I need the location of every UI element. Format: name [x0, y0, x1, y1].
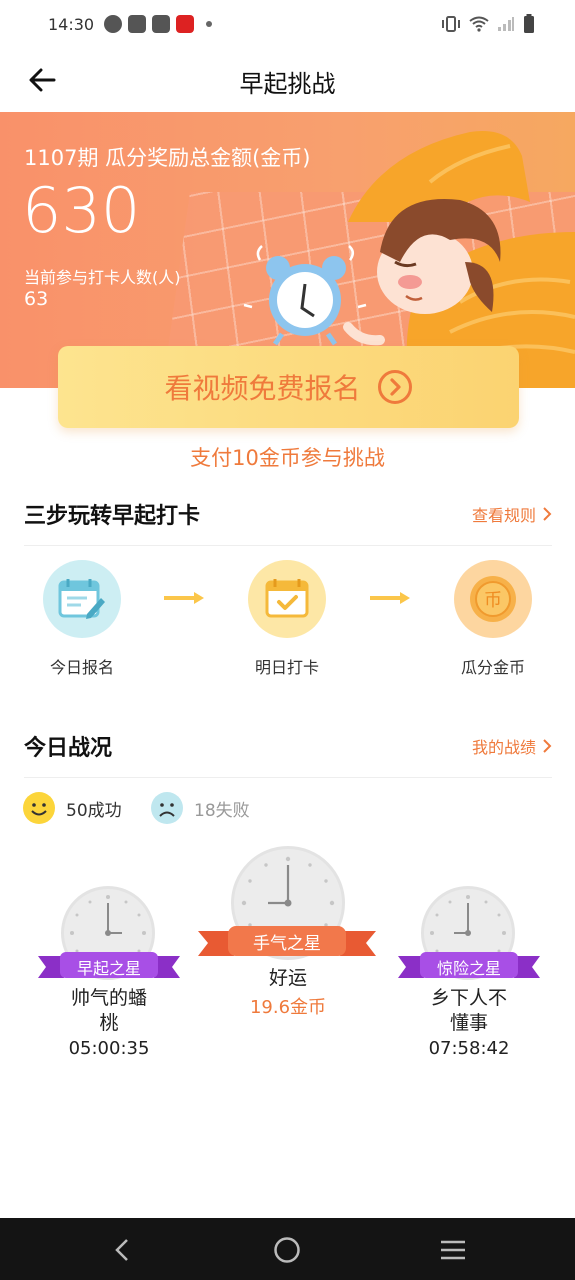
star-time: 07:58:42	[428, 1038, 510, 1059]
section-title: 三步玩转早起打卡	[24, 504, 201, 529]
battery-icon	[524, 14, 534, 33]
nav-home-button[interactable]	[265, 1230, 309, 1270]
check-circle-icon	[104, 15, 123, 33]
view-rules-label: 查看规则	[471, 506, 536, 525]
step-check-in: 明日打卡	[222, 560, 352, 678]
pay-coins-link[interactable]: 支付10金币参与挑战	[0, 442, 575, 472]
status-time: 14:30	[48, 14, 95, 34]
nav-back-button[interactable]	[100, 1230, 144, 1270]
bag-icon	[128, 15, 147, 33]
star-time: 05:00:35	[68, 1038, 150, 1059]
my-record-link[interactable]: 我的战绩	[472, 734, 552, 758]
circle-home-icon	[274, 1237, 300, 1263]
sad-face-icon	[151, 792, 183, 824]
arrow-right-icon	[164, 592, 204, 604]
early-star-badge: 早起之星	[38, 952, 180, 982]
chevron-right-icon	[543, 507, 552, 521]
nav-recents-button[interactable]	[431, 1230, 475, 1270]
participants-count: 63	[24, 288, 49, 310]
step-label: 明日打卡	[254, 658, 319, 677]
title-bar: 早起挑战	[0, 48, 575, 112]
menu-lines-icon	[441, 1240, 465, 1260]
success-count: 50成功	[66, 800, 122, 821]
divider	[24, 777, 552, 778]
system-nav-bar	[0, 1218, 575, 1280]
chevron-right-circle-icon	[377, 370, 412, 404]
calendar-check-icon	[248, 560, 326, 638]
period-title: 1107期 瓜分奖励总金额(金币)	[24, 146, 311, 170]
star-coins: 19.6金币	[249, 997, 327, 1018]
notification-icons	[104, 15, 213, 33]
star-name: 好运	[268, 967, 307, 989]
step-label: 今日报名	[49, 658, 114, 677]
thrill-star-badge: 惊险之星	[398, 952, 540, 982]
arrow-right-icon	[370, 592, 410, 604]
vibrate-icon	[442, 16, 460, 32]
participants-label: 当前参与打卡人数(人)	[24, 268, 181, 287]
page-title: 早起挑战	[239, 70, 336, 98]
my-record-label: 我的战绩	[471, 738, 536, 757]
video-signup-label: 看视频免费报名	[164, 372, 361, 405]
step-share-coins: 币 瓜分金币	[428, 560, 558, 678]
system-icons	[441, 14, 535, 34]
total-amount: 630	[22, 174, 141, 247]
smile-face-icon	[23, 792, 55, 824]
coin-icon: 币	[454, 560, 532, 638]
video-signup-button[interactable]: 看视频免费报名	[58, 346, 519, 428]
step-sign-up: 今日报名	[17, 560, 147, 678]
section-title: 今日战况	[24, 736, 113, 761]
badge-label: 惊险之星	[436, 959, 501, 978]
failure-stat: 18失败	[150, 790, 250, 826]
signal-icon	[498, 17, 514, 31]
more-notifications-dot-icon	[206, 21, 213, 27]
app-notification-icon	[176, 15, 195, 33]
failure-count: 18失败	[194, 800, 250, 821]
view-rules-link[interactable]: 查看规则	[472, 502, 552, 526]
chevron-right-icon	[543, 739, 552, 753]
steps-section-header: 三步玩转早起打卡 查看规则	[24, 494, 552, 534]
today-section-header: 今日战况 我的战绩	[24, 726, 552, 766]
luck-star-badge: 手气之星	[198, 926, 376, 960]
star-name: 乡下人不 懂事	[430, 987, 507, 1034]
chevron-left-icon	[115, 1239, 128, 1261]
badge-label: 早起之星	[76, 959, 141, 978]
success-stat: 50成功	[22, 790, 122, 826]
wifi-icon	[469, 16, 489, 32]
status-bar: 14:30	[0, 0, 575, 48]
star-name: 帅气的蟠 桃	[70, 987, 147, 1034]
divider	[24, 545, 552, 546]
calendar-edit-icon	[43, 560, 121, 638]
badge-label: 手气之星	[253, 933, 321, 954]
svg-text:币: 币	[484, 590, 502, 611]
step-label: 瓜分金币	[460, 658, 525, 677]
bag-icon	[152, 15, 171, 33]
